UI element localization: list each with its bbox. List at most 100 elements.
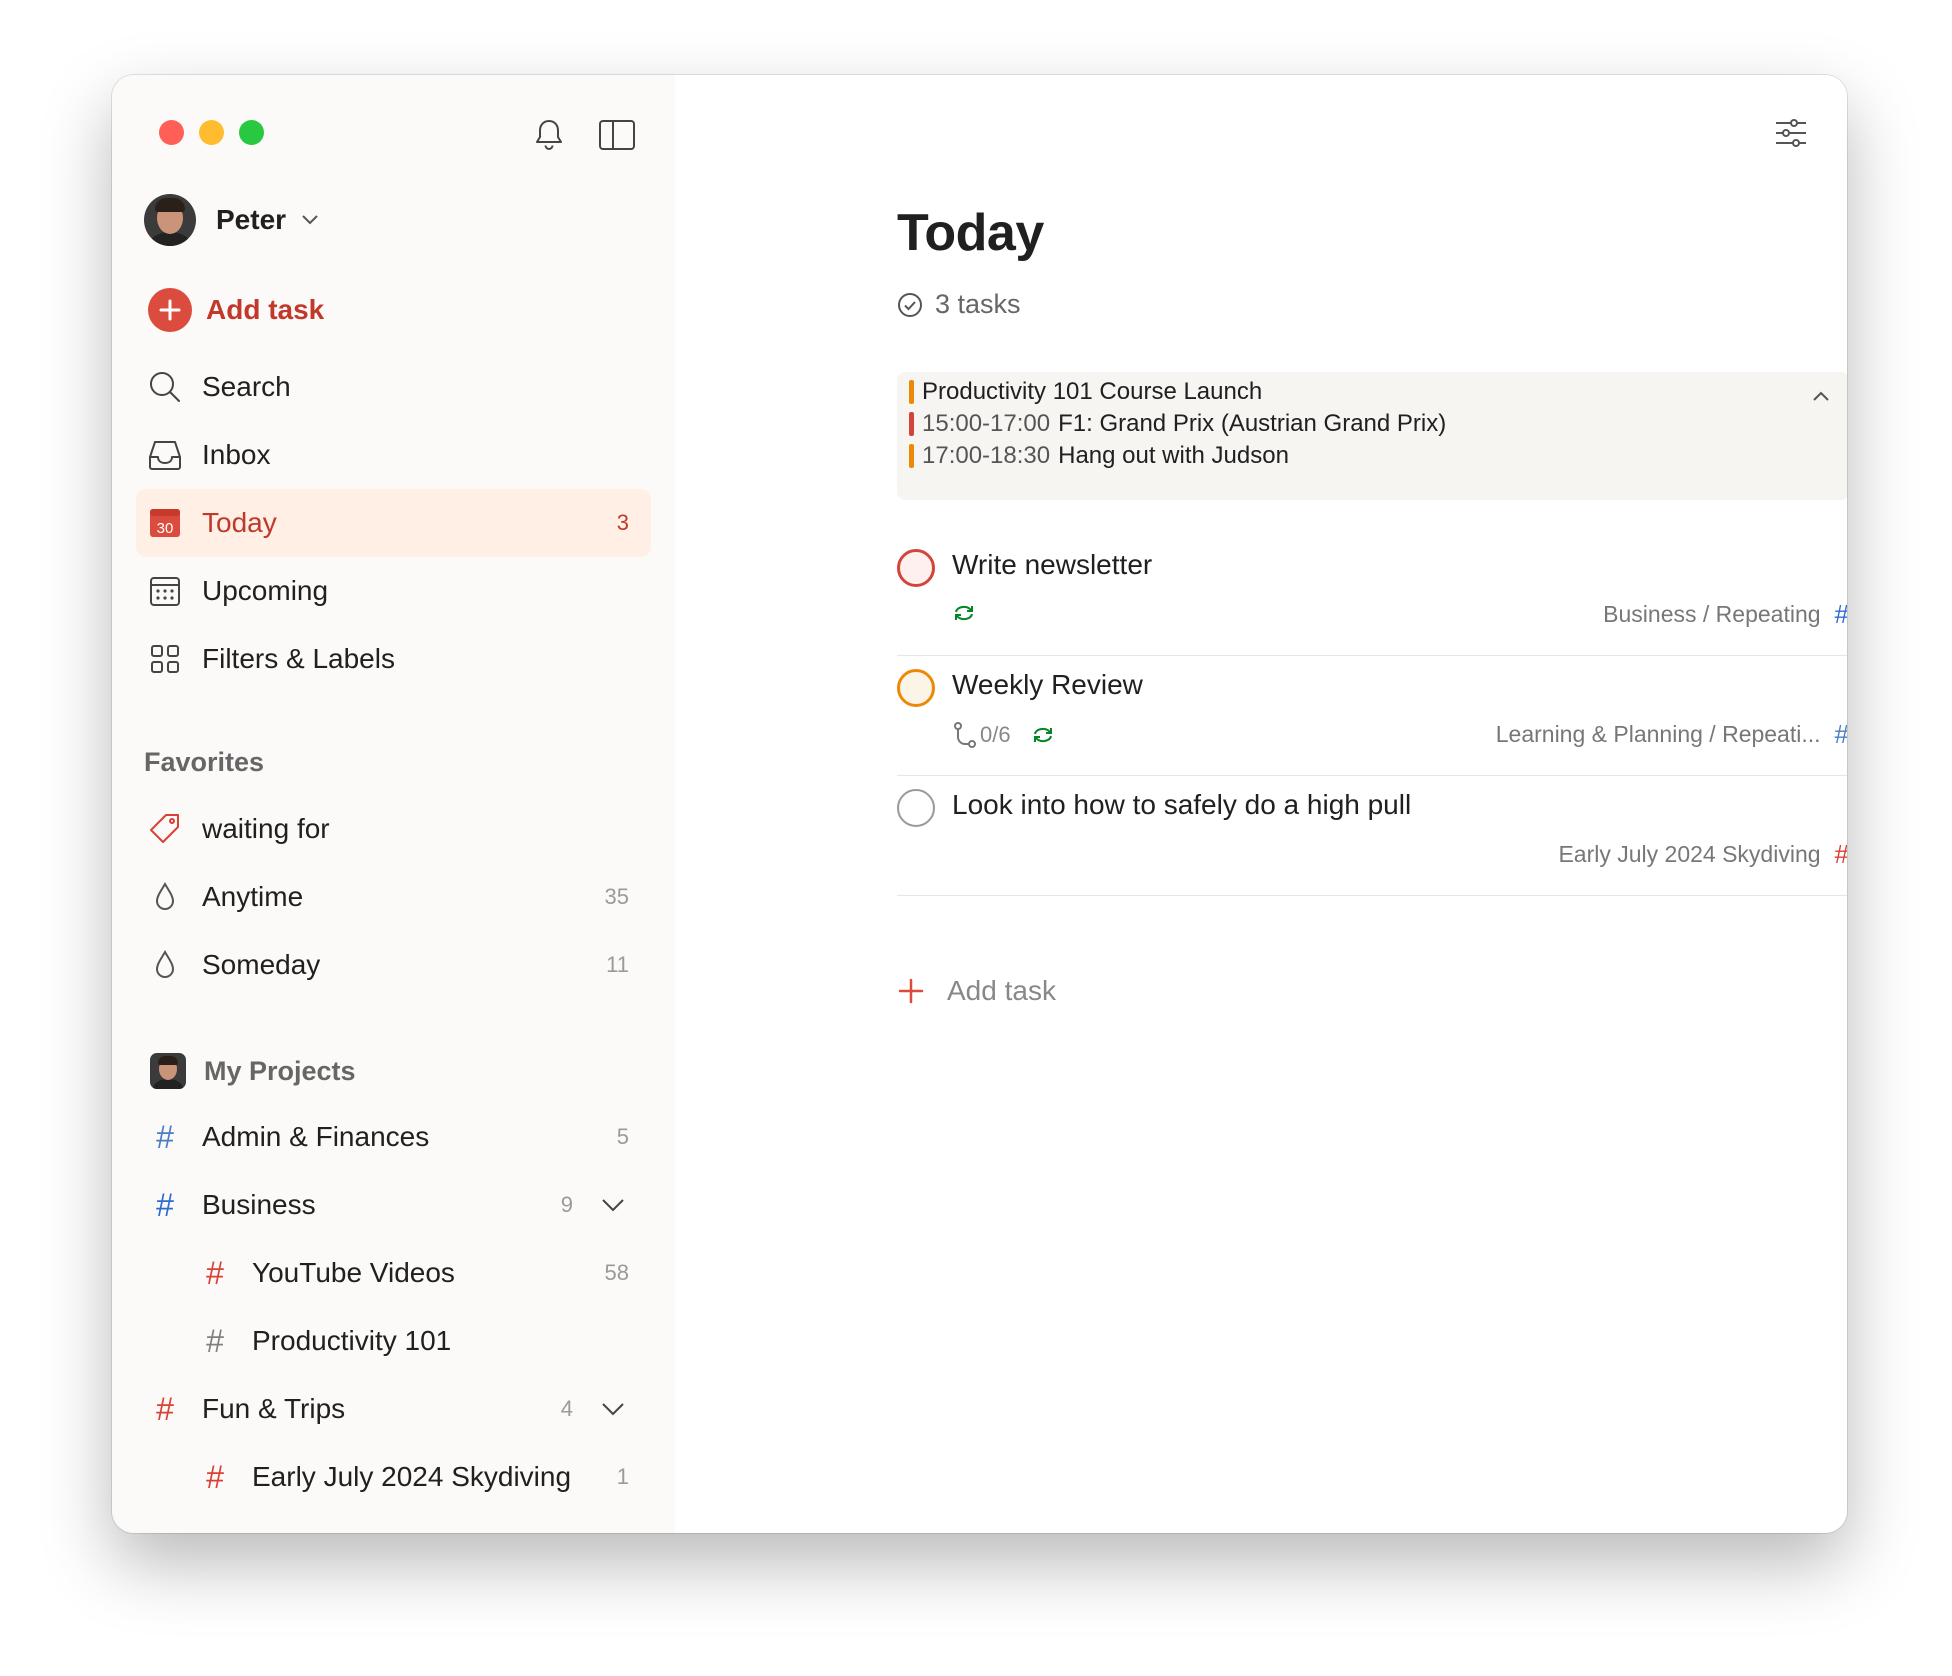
- projects-avatar: [150, 1053, 186, 1089]
- favorite-waiting-for-label: waiting for: [202, 813, 330, 844]
- recurring-icon: [1033, 727, 1052, 743]
- user-name: Peter: [216, 204, 287, 235]
- task-item[interactable]: Look into how to safely do a high pull E…: [897, 775, 1847, 896]
- add-task-button[interactable]: Add task: [148, 287, 324, 333]
- view-options-button[interactable]: [1769, 111, 1813, 155]
- chevron-down-icon[interactable]: [597, 1189, 629, 1221]
- event-time: 17:00-18:30: [922, 442, 1051, 469]
- user-menu[interactable]: Peter: [144, 193, 320, 247]
- calendar-event[interactable]: 17:00-18:30 Hang out with Judson: [909, 441, 1289, 471]
- nav-filters-labels[interactable]: Filters & Labels: [136, 625, 651, 693]
- svg-text:30: 30: [157, 520, 174, 537]
- project-label: Early July 2024 Skydiving: [252, 1461, 572, 1492]
- window-controls: [159, 120, 264, 145]
- my-projects-header[interactable]: My Projects: [150, 1053, 356, 1089]
- plus-icon: [148, 288, 192, 332]
- favorite-someday-label: Someday: [202, 949, 321, 980]
- nav-upcoming-label: Upcoming: [202, 575, 329, 606]
- project-early-july-skydiving[interactable]: # Early July 2024 Skydiving 1: [186, 1443, 651, 1511]
- add-task-inline-button[interactable]: Add task: [897, 975, 1056, 1007]
- project-count: 1: [616, 1464, 629, 1489]
- chevron-up-icon[interactable]: [1807, 382, 1835, 410]
- hash-icon: #: [206, 1458, 224, 1495]
- project-count: 5: [616, 1124, 629, 1149]
- add-task-label: Add task: [206, 294, 325, 325]
- project-productivity-101[interactable]: # Productivity 101: [186, 1307, 651, 1375]
- task-checkbox[interactable]: [897, 669, 935, 707]
- nav-upcoming[interactable]: Upcoming: [136, 557, 651, 625]
- task-title: Look into how to safely do a high pull: [952, 789, 1412, 820]
- project-business[interactable]: # Business 9: [136, 1171, 651, 1239]
- inbox-icon: [144, 434, 186, 476]
- project-label: Admin & Finances: [202, 1121, 430, 1152]
- app-window: Peter Add task Search Inbox 30 Today 3 U…: [112, 75, 1847, 1533]
- notifications-bell-icon[interactable]: [529, 115, 569, 155]
- nav-today[interactable]: 30 Today 3: [136, 489, 651, 557]
- chevron-down-icon[interactable]: [597, 1393, 629, 1425]
- calendar-event[interactable]: 15:00-17:00 F1: Grand Prix (Austrian Gra…: [909, 409, 1446, 439]
- task-meta: 0/6: [952, 721, 1055, 749]
- nav-search[interactable]: Search: [136, 353, 651, 421]
- task-project[interactable]: Early July 2024 Skydiving #: [1558, 839, 1847, 870]
- favorites-title[interactable]: Favorites: [144, 747, 264, 778]
- hash-icon: #: [206, 1322, 224, 1359]
- nav-search-label: Search: [202, 371, 291, 402]
- task-project-label: Early July 2024 Skydiving: [1558, 841, 1821, 867]
- hash-icon: #: [1835, 839, 1847, 870]
- hash-icon: #: [156, 1118, 174, 1155]
- task-project[interactable]: Learning & Planning / Repeati... #: [1496, 719, 1847, 750]
- grid-icon: [144, 638, 186, 680]
- close-window-button[interactable]: [159, 120, 184, 145]
- calendar-today-icon: 30: [144, 502, 186, 544]
- event-title: F1: Grand Prix (Austrian Grand Prix): [1058, 410, 1447, 437]
- tag-icon: [144, 808, 186, 850]
- add-task-inline-label: Add task: [947, 975, 1056, 1006]
- project-admin-finances[interactable]: # Admin & Finances 5: [136, 1103, 651, 1171]
- user-avatar: [144, 194, 196, 246]
- task-project-label: Learning & Planning / Repeati...: [1495, 721, 1821, 747]
- task-checkbox[interactable]: [897, 549, 935, 587]
- drop-icon: [144, 876, 186, 918]
- chevron-down-icon: [302, 215, 318, 225]
- task-title: Write newsletter: [952, 549, 1153, 580]
- task-item[interactable]: Weekly Review 0/6 Learning & Planning / …: [897, 655, 1847, 776]
- project-count: 4: [560, 1396, 573, 1421]
- hash-icon: #: [1835, 719, 1847, 750]
- sliders-icon: [1776, 119, 1806, 147]
- hash-icon: #: [156, 1390, 174, 1427]
- recurring-icon: [955, 605, 973, 621]
- task-item[interactable]: Write newsletter Business / Repeating #: [897, 535, 1847, 656]
- task-project-label: Business / Repeating: [1603, 601, 1821, 627]
- project-label: Fun & Trips: [202, 1393, 346, 1424]
- subtask-progress: 0/6: [980, 722, 1011, 747]
- favorite-anytime[interactable]: Anytime 35: [136, 863, 651, 931]
- project-fun-trips[interactable]: # Fun & Trips 4: [136, 1375, 651, 1443]
- task-project[interactable]: Business / Repeating #: [1603, 599, 1847, 630]
- calendar-event[interactable]: Productivity 101 Course Launch: [909, 377, 1262, 407]
- favorite-anytime-count: 35: [604, 884, 629, 909]
- zoom-window-button[interactable]: [239, 120, 264, 145]
- nav-filters-label: Filters & Labels: [202, 643, 395, 674]
- subtask-icon: [954, 722, 976, 748]
- favorite-someday-count: 11: [606, 952, 629, 977]
- project-youtube-videos[interactable]: # YouTube Videos 58: [186, 1239, 651, 1307]
- search-icon: [144, 366, 186, 408]
- toggle-sidebar-icon[interactable]: [597, 115, 637, 155]
- event-color-bar: [909, 380, 914, 404]
- favorite-waiting-for[interactable]: waiting for: [136, 795, 651, 863]
- favorite-someday[interactable]: Someday 11: [136, 931, 651, 999]
- event-color-bar: [909, 412, 914, 436]
- project-label: Productivity 101: [252, 1325, 452, 1356]
- hash-icon: #: [156, 1186, 174, 1223]
- main-content: Today 3 tasks Productivity 101 Course La…: [675, 75, 1847, 1533]
- hash-icon: #: [206, 1254, 224, 1291]
- event-title: Hang out with Judson: [1058, 442, 1289, 469]
- calendar-events-panel: Productivity 101 Course Launch 15:00-17:…: [897, 372, 1847, 500]
- nav-inbox[interactable]: Inbox: [136, 421, 651, 489]
- project-label: YouTube Videos: [252, 1257, 455, 1288]
- minimize-window-button[interactable]: [199, 120, 224, 145]
- check-circle-icon: [897, 292, 923, 318]
- plus-icon: [898, 978, 924, 1004]
- task-checkbox[interactable]: [897, 789, 935, 827]
- task-meta: [952, 603, 976, 623]
